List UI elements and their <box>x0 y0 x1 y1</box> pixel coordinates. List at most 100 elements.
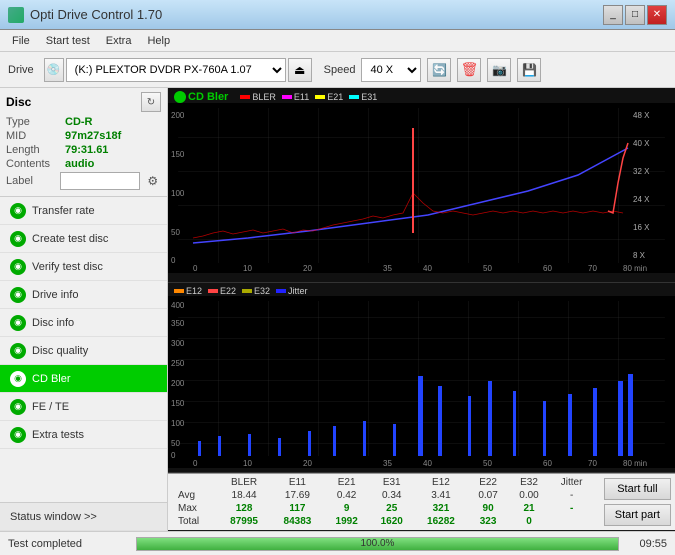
table-row: Max 128 117 9 25 321 90 21 - <box>174 502 594 515</box>
svg-text:200: 200 <box>171 379 185 388</box>
sidebar-item-disc-info[interactable]: ◉ Disc info <box>0 309 167 337</box>
total-bler: 87995 <box>217 515 270 528</box>
extra-tests-icon: ◉ <box>10 427 26 443</box>
progress-text: 100.0% <box>137 538 618 550</box>
start-part-button[interactable]: Start part <box>604 504 671 526</box>
status-window-button[interactable]: Status window >> <box>0 503 167 531</box>
disc-info-icon: ◉ <box>10 315 26 331</box>
minimize-button[interactable]: _ <box>603 5 623 25</box>
svg-text:48 X: 48 X <box>633 111 650 120</box>
disc-label-input[interactable] <box>60 172 140 190</box>
disc-label-label: Label <box>6 175 56 187</box>
main-area: Disc ↻ Type CD-R MID 97m27s18f Length 79… <box>0 88 675 531</box>
col-header-e22: E22 <box>468 476 509 489</box>
clear-button[interactable]: 🗑 <box>457 58 481 82</box>
chart-top-svg: 200 150 100 50 0 48 X 40 X 32 X 24 X 16 … <box>168 103 675 273</box>
titlebar-controls: _ □ ✕ <box>603 5 667 25</box>
verify-test-disc-icon: ◉ <box>10 259 26 275</box>
refresh-button[interactable]: 🔄 <box>427 58 451 82</box>
progress-bar-container: 100.0% <box>136 537 619 551</box>
total-label: Total <box>174 515 217 528</box>
sidebar-item-fe-te[interactable]: ◉ FE / TE <box>0 393 167 421</box>
svg-text:50: 50 <box>483 459 492 468</box>
max-e22: 90 <box>468 502 509 515</box>
col-header-e31: E31 <box>369 476 414 489</box>
sidebar-item-cd-bler[interactable]: ◉ CD Bler <box>0 365 167 393</box>
svg-text:60: 60 <box>543 459 552 468</box>
disc-panel: Disc ↻ Type CD-R MID 97m27s18f Length 79… <box>0 88 167 197</box>
disc-refresh-button[interactable]: ↻ <box>141 92 161 112</box>
svg-text:80 min: 80 min <box>623 264 647 273</box>
drive-info-label: Drive info <box>32 289 78 301</box>
svg-text:35: 35 <box>383 264 392 273</box>
cd-bler-icon: ◉ <box>10 371 26 387</box>
disc-contents-row: Contents audio <box>6 158 161 170</box>
total-e32: 0 <box>509 515 550 528</box>
menu-file[interactable]: File <box>4 33 38 49</box>
menu-start-test[interactable]: Start test <box>38 33 98 49</box>
sidebar-item-extra-tests[interactable]: ◉ Extra tests <box>0 421 167 449</box>
svg-text:50: 50 <box>171 228 180 237</box>
svg-text:8 X: 8 X <box>633 251 646 260</box>
drive-selector[interactable]: (K:) PLEXTOR DVDR PX-760A 1.07 <box>66 58 286 82</box>
titlebar-left: Opti Drive Control 1.70 <box>8 7 162 23</box>
sidebar-item-transfer-rate[interactable]: ◉ Transfer rate <box>0 197 167 225</box>
max-e11: 117 <box>271 502 324 515</box>
sidebar-item-disc-quality[interactable]: ◉ Disc quality <box>0 337 167 365</box>
table-row: Avg 18.44 17.69 0.42 0.34 3.41 0.07 0.00… <box>174 489 594 502</box>
disc-type-row: Type CD-R <box>6 116 161 128</box>
svg-text:24 X: 24 X <box>633 195 650 204</box>
e22-legend-color <box>208 289 218 293</box>
maximize-button[interactable]: □ <box>625 5 645 25</box>
disc-info-label: Disc info <box>32 317 74 329</box>
app-icon <box>8 7 24 23</box>
disc-mid-label: MID <box>6 130 61 142</box>
svg-text:0: 0 <box>193 264 198 273</box>
avg-label: Avg <box>174 489 217 502</box>
disc-length-row: Length 79:31.61 <box>6 144 161 156</box>
disc-length-label: Length <box>6 144 61 156</box>
verify-test-disc-label: Verify test disc <box>32 261 103 273</box>
table-wrapper: BLER E11 E21 E31 E12 E22 E32 Jitter Avg <box>168 474 600 530</box>
save-button[interactable]: 💾 <box>517 58 541 82</box>
svg-text:350: 350 <box>171 319 185 328</box>
col-header-e11: E11 <box>271 476 324 489</box>
disc-settings-button[interactable]: ⚙ <box>144 172 161 190</box>
eject-button[interactable]: ⏏ <box>288 58 312 82</box>
titlebar: Opti Drive Control 1.70 _ □ ✕ <box>0 0 675 30</box>
svg-text:200: 200 <box>171 111 185 120</box>
menu-extra[interactable]: Extra <box>98 33 140 49</box>
svg-text:20: 20 <box>303 264 312 273</box>
col-header-bler: BLER <box>217 476 270 489</box>
status-text: Test completed <box>8 538 128 550</box>
e11-legend-label: E11 <box>294 92 309 102</box>
avg-e31: 0.34 <box>369 489 414 502</box>
avg-e32: 0.00 <box>509 489 550 502</box>
statusbar: Test completed 100.0% 09:55 <box>0 531 675 555</box>
menu-help[interactable]: Help <box>139 33 178 49</box>
e12-legend-label: E12 <box>186 286 202 296</box>
chart-top-icon <box>174 91 186 103</box>
sidebar-item-verify-test-disc[interactable]: ◉ Verify test disc <box>0 253 167 281</box>
sidebar-item-create-test-disc[interactable]: ◉ Create test disc <box>0 225 167 253</box>
svg-text:60: 60 <box>543 264 552 273</box>
total-e22: 323 <box>468 515 509 528</box>
avg-jitter: - <box>549 489 593 502</box>
col-header-label <box>174 476 217 489</box>
bler-legend-color <box>240 95 250 99</box>
sidebar-item-drive-info[interactable]: ◉ Drive info <box>0 281 167 309</box>
speed-selector[interactable]: 40 X <box>361 58 421 82</box>
start-full-button[interactable]: Start full <box>604 478 671 500</box>
svg-text:0: 0 <box>193 459 198 468</box>
svg-text:100: 100 <box>171 419 185 428</box>
total-e21: 1992 <box>324 515 369 528</box>
max-e31: 25 <box>369 502 414 515</box>
camera-button[interactable]: 📷 <box>487 58 511 82</box>
fe-te-icon: ◉ <box>10 399 26 415</box>
disc-mid-value: 97m27s18f <box>65 130 121 142</box>
e32-legend-color <box>242 289 252 293</box>
jitter-legend-color <box>276 289 286 293</box>
disc-quality-label: Disc quality <box>32 345 88 357</box>
e22-legend-label: E22 <box>220 286 236 296</box>
close-button[interactable]: ✕ <box>647 5 667 25</box>
